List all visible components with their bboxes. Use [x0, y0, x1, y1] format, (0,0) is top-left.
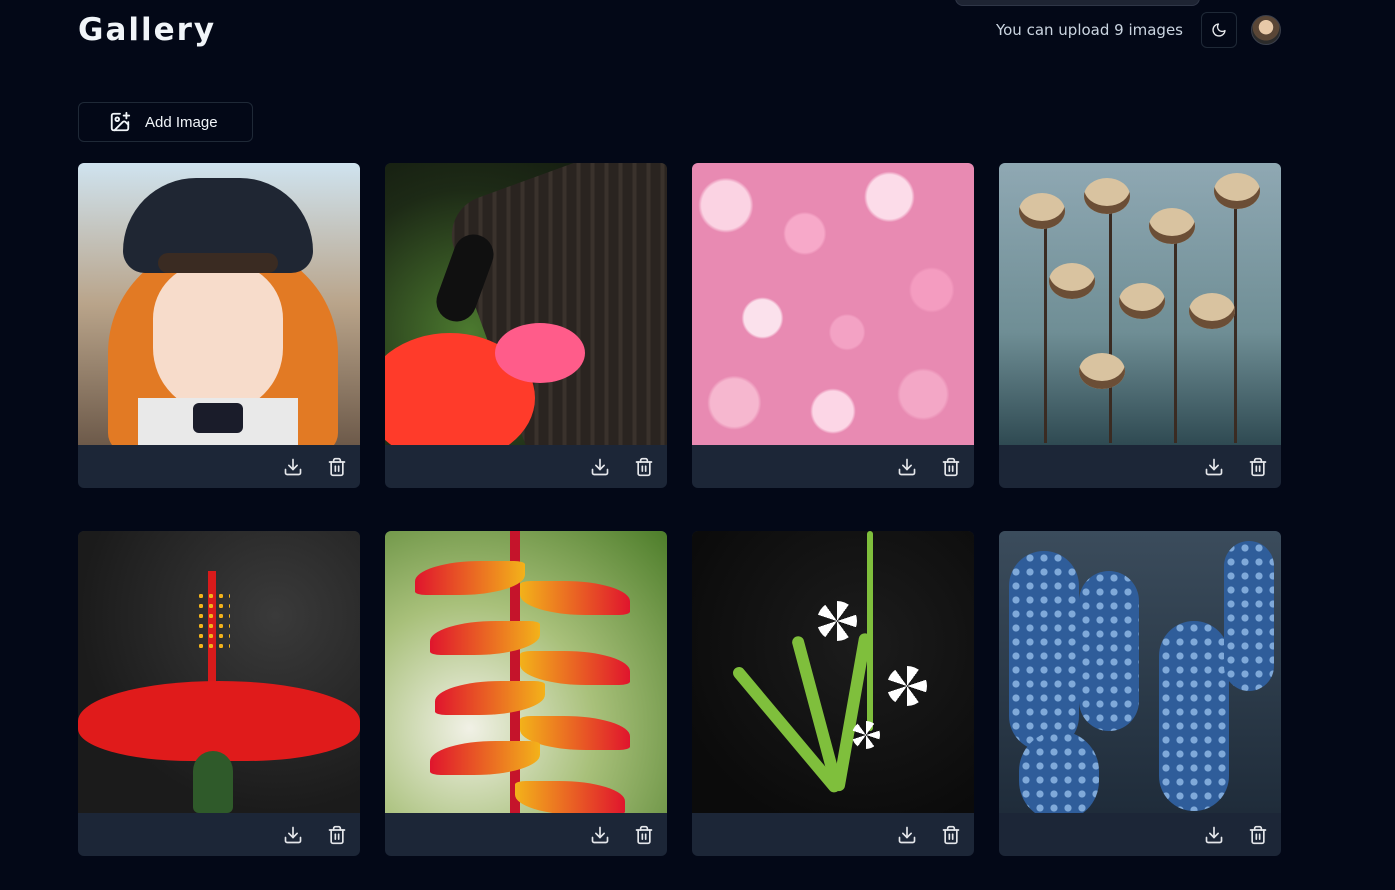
trash-icon [1249, 457, 1267, 476]
trash-icon [635, 457, 653, 476]
download-icon [1205, 826, 1223, 843]
trash-icon [942, 825, 960, 844]
theme-toggle-button[interactable] [1201, 12, 1237, 48]
delete-button[interactable] [326, 824, 348, 846]
download-icon [1205, 458, 1223, 475]
gallery-card [692, 531, 974, 856]
trash-icon [328, 457, 346, 476]
card-actions [385, 445, 667, 488]
card-actions [999, 813, 1281, 856]
download-button[interactable] [896, 456, 918, 478]
gallery-image[interactable] [78, 531, 360, 813]
page-header: Gallery You can upload 9 images [78, 0, 1281, 60]
moon-icon [1212, 23, 1226, 37]
gallery-image[interactable] [78, 163, 360, 445]
image-grid [78, 163, 1281, 856]
gallery-card [78, 531, 360, 856]
download-icon [591, 826, 609, 843]
gallery-card [78, 163, 360, 488]
delete-button[interactable] [633, 456, 655, 478]
trash-icon [328, 825, 346, 844]
download-button[interactable] [282, 824, 304, 846]
trash-icon [942, 457, 960, 476]
download-button[interactable] [1203, 456, 1225, 478]
delete-button[interactable] [940, 824, 962, 846]
delete-button[interactable] [633, 824, 655, 846]
download-icon [284, 826, 302, 843]
card-actions [999, 445, 1281, 488]
gallery-image[interactable] [385, 531, 667, 813]
add-image-label: Add Image [145, 113, 218, 131]
download-button[interactable] [896, 824, 918, 846]
delete-button[interactable] [1247, 456, 1269, 478]
delete-button[interactable] [1247, 824, 1269, 846]
gallery-card [385, 531, 667, 856]
trash-icon [635, 825, 653, 844]
card-actions [692, 445, 974, 488]
upload-limit-text: You can upload 9 images [995, 21, 1183, 39]
card-actions [78, 445, 360, 488]
download-icon [591, 458, 609, 475]
download-icon [898, 458, 916, 475]
download-icon [284, 458, 302, 475]
gallery-card [385, 163, 667, 488]
trash-icon [1249, 825, 1267, 844]
delete-button[interactable] [940, 456, 962, 478]
gallery-image[interactable] [999, 163, 1281, 445]
download-button[interactable] [282, 456, 304, 478]
download-icon [898, 826, 916, 843]
card-actions [78, 813, 360, 856]
add-image-button[interactable]: Add Image [78, 102, 253, 142]
header-actions: You can upload 9 images [996, 12, 1281, 48]
gallery-image[interactable] [999, 531, 1281, 813]
page-title: Gallery [78, 12, 217, 48]
gallery-card [999, 163, 1281, 488]
gallery-card [999, 531, 1281, 856]
download-button[interactable] [1203, 824, 1225, 846]
gallery-image[interactable] [385, 163, 667, 445]
gallery-card [692, 163, 974, 488]
avatar[interactable] [1251, 15, 1281, 45]
gallery-image[interactable] [692, 531, 974, 813]
download-button[interactable] [589, 824, 611, 846]
download-button[interactable] [589, 456, 611, 478]
gallery-image[interactable] [692, 163, 974, 445]
image-plus-icon [110, 111, 131, 132]
card-actions [692, 813, 974, 856]
card-actions [385, 813, 667, 856]
delete-button[interactable] [326, 456, 348, 478]
